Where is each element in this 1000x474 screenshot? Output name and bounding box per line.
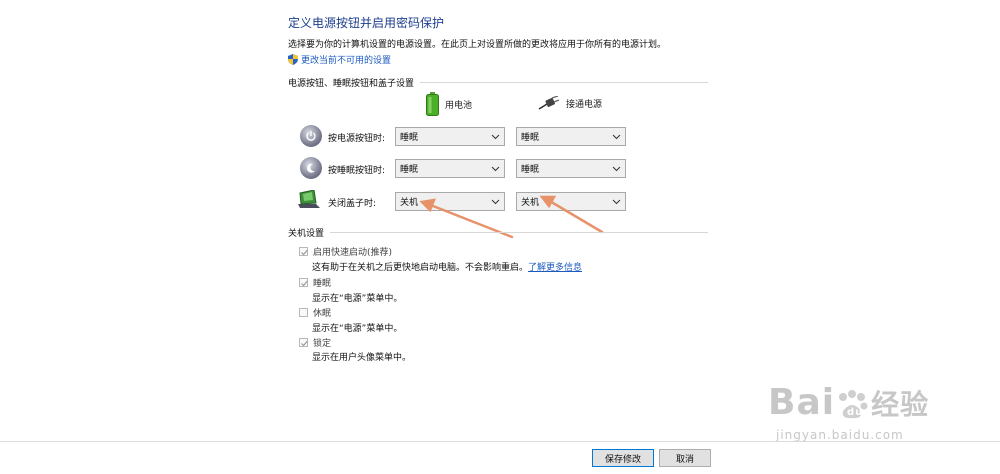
lock-checkbox[interactable] (299, 338, 308, 347)
svg-text:du: du (847, 407, 863, 418)
lock-description: 显示在用户头像菜单中。 (312, 353, 412, 363)
cancel-button[interactable]: 取消 (659, 449, 711, 467)
fast-startup-description: 这有助于在关机之后更快地启动电脑。不会影响重启。了解更多信息 (312, 263, 583, 273)
checkmark-icon (301, 340, 308, 347)
watermark-url: jingyan.baidu.com (776, 428, 904, 442)
hibernate-description: 显示在“电源”菜单中。 (312, 324, 403, 334)
sleep-description: 显示在“电源”菜单中。 (312, 294, 403, 304)
sleep-option[interactable]: 睡眠 (299, 276, 331, 289)
footer-divider (0, 441, 1000, 442)
annotation-arrowhead-plugged (539, 195, 557, 209)
checkmark-icon (301, 280, 308, 287)
hibernate-option[interactable]: 休眠 (299, 306, 331, 319)
learn-more-link[interactable]: 了解更多信息 (528, 263, 582, 273)
shutdown-section-heading: 关机设置 (288, 226, 708, 239)
checkmark-icon (301, 249, 308, 256)
save-changes-button[interactable]: 保存修改 (592, 449, 654, 467)
fast-startup-option[interactable]: 启用快速启动(推荐) (299, 245, 392, 258)
annotation-arrowhead-battery (419, 198, 436, 213)
paw-icon: du (835, 389, 871, 419)
sleep-checkbox[interactable] (299, 278, 308, 287)
baidu-watermark-logo: Bai du 经验 (768, 382, 930, 423)
lock-option[interactable]: 锁定 (299, 336, 331, 349)
hibernate-checkbox[interactable] (299, 308, 308, 317)
fast-startup-checkbox[interactable] (299, 247, 308, 256)
